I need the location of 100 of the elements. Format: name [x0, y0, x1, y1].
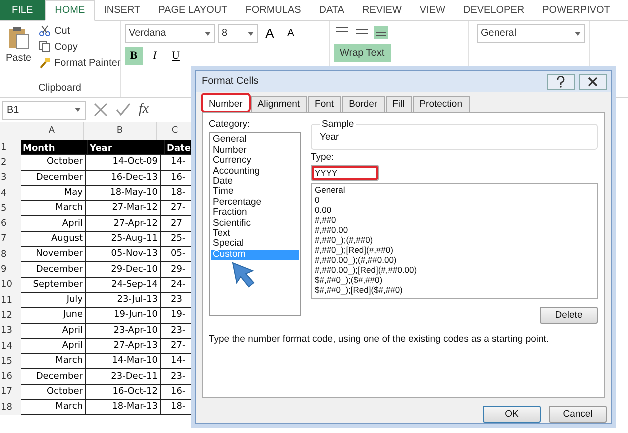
format-item[interactable]: #,##0	[315, 215, 594, 226]
font-size-dropdown[interactable]: 8	[218, 24, 258, 43]
dialog-tab[interactable]: Fill	[386, 96, 412, 112]
table-cell: 18-Mar-13	[86, 400, 161, 416]
table-cell: 19-Jun-10	[86, 308, 161, 324]
table-cell: Month	[21, 140, 88, 156]
ribbon-tab[interactable]: DEVELOPER	[454, 0, 534, 20]
table-cell: 29-Dec-10	[86, 262, 161, 278]
underline-button[interactable]: U	[167, 47, 185, 65]
cut-button[interactable]: Cut	[38, 24, 122, 38]
table-cell: November	[21, 247, 86, 262]
row-number[interactable]: 14	[0, 338, 21, 354]
row-number[interactable]: 17	[0, 384, 21, 400]
copy-button[interactable]: Copy	[38, 40, 122, 54]
dialog-tab[interactable]: Border	[342, 96, 385, 112]
ribbon-tab[interactable]: POWERPIVOT	[534, 0, 620, 20]
table-cell: 27-Apr-13	[86, 338, 161, 354]
delete-button[interactable]: Delete	[540, 307, 598, 324]
ribbon-tab[interactable]: PAGE LAYOUT	[150, 0, 237, 20]
format-painter-button[interactable]: Format Painter	[38, 56, 122, 70]
format-item[interactable]: #,##0_);[Red](#,##0)	[315, 245, 594, 256]
bold-button[interactable]: B	[125, 47, 143, 65]
format-item[interactable]: #,##0.00_);[Red](#,##0.00)	[315, 265, 594, 276]
copy-icon	[38, 41, 51, 53]
row-number[interactable]: 6	[0, 216, 21, 232]
category-item[interactable]: Time	[211, 187, 299, 198]
row-number[interactable]: 18	[0, 400, 21, 416]
table-cell: March	[21, 354, 86, 370]
row-number[interactable]: 15	[0, 354, 21, 370]
name-box[interactable]: B1	[2, 100, 86, 120]
format-item[interactable]: #,##0.00	[315, 225, 594, 236]
shrink-font-button[interactable]: A	[282, 24, 300, 42]
row-number[interactable]: 13	[0, 324, 21, 339]
number-format-dropdown[interactable]: General	[477, 24, 585, 43]
format-item[interactable]: $#,##0_);($#,##0)	[315, 275, 594, 286]
row-number[interactable]: 16	[0, 369, 21, 385]
table-cell: October	[21, 155, 86, 171]
ribbon-tab[interactable]: HOME	[45, 0, 96, 21]
caret-icon	[575, 32, 581, 36]
close-button[interactable]	[579, 74, 607, 90]
category-item[interactable]: Currency	[211, 156, 299, 167]
italic-button[interactable]: I	[146, 47, 164, 65]
category-item[interactable]: Date	[211, 177, 299, 188]
checkmark-icon[interactable]	[116, 103, 131, 117]
category-item[interactable]: Number	[211, 146, 299, 156]
paste-button[interactable]: Paste	[4, 24, 34, 70]
font-name-dropdown[interactable]: Verdana	[125, 24, 215, 43]
wrap-text-button[interactable]: Wrap Text	[334, 44, 391, 62]
format-item[interactable]: 0	[315, 195, 594, 206]
grow-font-button[interactable]: A	[261, 24, 279, 42]
column-header[interactable]: A	[21, 122, 84, 140]
category-item[interactable]: Special	[211, 239, 299, 250]
format-item[interactable]: #,##0_);(#,##0)	[315, 235, 594, 246]
ribbon-tab[interactable]: FILE	[0, 0, 46, 20]
format-item[interactable]: $#,##0_);[Red]($#,##0)	[315, 285, 594, 296]
table-cell: May	[21, 186, 86, 202]
category-item[interactable]: Fraction	[211, 208, 299, 219]
row-number[interactable]: 2	[0, 155, 21, 171]
column-header[interactable]: C	[157, 122, 194, 140]
ribbon-tab[interactable]: VIEW	[410, 0, 454, 20]
format-item[interactable]: #,##0.00_);(#,##0.00)	[315, 255, 594, 266]
row-number[interactable]: 11	[0, 292, 21, 308]
table-cell: September	[21, 278, 86, 293]
category-item[interactable]: Percentage	[211, 198, 299, 208]
table-cell: 27-Mar-12	[86, 201, 161, 216]
row-number[interactable]: 4	[0, 186, 21, 202]
ribbon-tab[interactable]: INSERT	[95, 0, 150, 20]
cancel-icon[interactable]	[94, 103, 108, 117]
cancel-button[interactable]: Cancel	[549, 406, 607, 423]
column-header[interactable]: B	[84, 122, 157, 140]
row-number[interactable]: 1	[0, 140, 21, 156]
row-number[interactable]: 12	[0, 308, 21, 324]
table-cell: March	[21, 400, 86, 416]
window-title: Format Cells	[202, 76, 260, 88]
help-button[interactable]	[547, 74, 575, 90]
row-number[interactable]: 10	[0, 278, 21, 293]
dialog-tab[interactable]: Number	[202, 94, 250, 112]
dialog-tab[interactable]: Alignment	[250, 96, 308, 112]
category-item[interactable]: General	[211, 135, 299, 146]
category-item[interactable]: Text	[211, 229, 299, 240]
ribbon-tab[interactable]: REVIEW	[353, 0, 411, 20]
dialog-tab[interactable]: Protection	[412, 96, 470, 112]
row-number[interactable]: 5	[0, 201, 21, 216]
row-number[interactable]: 9	[0, 262, 21, 278]
clipboard-icon	[8, 26, 30, 50]
dialog-tab[interactable]: Font	[308, 96, 342, 112]
ok-button[interactable]: OK	[483, 406, 541, 423]
insert-function-button[interactable]: fx	[139, 102, 150, 118]
row-number[interactable]: 3	[0, 170, 21, 186]
format-item[interactable]: 0.00	[315, 205, 594, 216]
description-text: Type the number format code, using one of the existing codes as a starting point.	[209, 334, 550, 346]
row-number[interactable]: 8	[0, 247, 21, 262]
type-input-field[interactable]: YYYY	[311, 165, 379, 182]
row-number[interactable]: 7	[0, 232, 21, 248]
category-item[interactable]: Scientific	[211, 218, 299, 230]
format-item[interactable]: General	[315, 185, 594, 196]
table-cell: March	[21, 201, 86, 216]
category-item[interactable]: Accounting	[211, 166, 299, 178]
ribbon-tab[interactable]: DATA	[310, 0, 354, 20]
ribbon-tab[interactable]: FORMULAS	[236, 0, 310, 20]
